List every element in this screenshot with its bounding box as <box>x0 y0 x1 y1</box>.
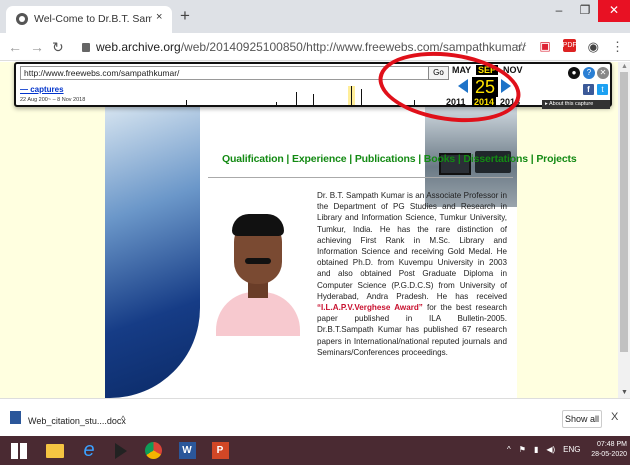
window-controls: – ❐ ✕ <box>546 0 630 22</box>
language-indicator[interactable]: ENG <box>563 445 580 454</box>
url-path: /web/20140925100850/http://www.freewebs.… <box>180 40 526 54</box>
page-viewport <box>0 62 618 398</box>
page-scrollbar[interactable]: ▲ ▼ <box>618 62 630 398</box>
right-margin <box>517 62 618 398</box>
media-player-icon[interactable] <box>108 439 134 462</box>
browser-window: Wel-Come to Dr.B.T. Sampath Ku × + – ❐ ✕… <box>0 0 630 465</box>
ie-icon[interactable]: e <box>76 439 102 462</box>
content-divider <box>208 177 513 178</box>
profile-photo <box>212 208 304 336</box>
powerpoint-icon[interactable]: P <box>207 439 233 462</box>
clock-time: 07:48 PM <box>597 441 627 448</box>
tray-chevron-icon[interactable]: ^ <box>507 445 511 454</box>
browser-toolbar: ← → ↻ web.archive.org/web/20140925100850… <box>0 33 630 61</box>
menu-icon[interactable]: ⋮ <box>611 39 624 55</box>
bio-paragraph: Dr. B.T. Sampath Kumar is an Associate P… <box>317 190 507 358</box>
scroll-up-icon[interactable]: ▲ <box>621 63 628 70</box>
pdf-extension-icon[interactable]: PDF <box>562 39 577 52</box>
help-icon[interactable]: ? <box>583 67 595 79</box>
minimize-button[interactable]: – <box>546 0 572 22</box>
maximize-button[interactable]: ❐ <box>572 0 598 22</box>
word-doc-icon <box>10 411 21 424</box>
bio-text-1: Dr. B.T. Sampath Kumar is an Associate P… <box>317 191 507 301</box>
address-bar[interactable]: web.archive.org/web/20140925100850/http:… <box>76 36 546 58</box>
network-icon[interactable]: ▮ <box>534 445 538 454</box>
extension-icon[interactable]: ▣ <box>539 39 550 55</box>
close-icon[interactable]: ✕ <box>597 67 609 79</box>
flag-icon[interactable]: ⚑ <box>519 445 526 454</box>
back-icon[interactable]: ← <box>8 39 22 55</box>
left-margin <box>0 62 105 398</box>
chrome-icon[interactable] <box>140 439 166 462</box>
folder-icon[interactable] <box>42 439 68 462</box>
tab-title: Wel-Come to Dr.B.T. Sampath Ku <box>34 13 152 25</box>
user-icon[interactable]: ● <box>568 67 580 79</box>
tab-bar: Wel-Come to Dr.B.T. Sampath Ku × + – ❐ ✕ <box>0 0 630 33</box>
volume-icon[interactable]: ◀) <box>546 445 555 454</box>
facebook-icon[interactable]: f <box>583 84 594 95</box>
reload-icon[interactable]: ↻ <box>52 39 64 56</box>
close-window-button[interactable]: ✕ <box>598 0 630 22</box>
system-clock[interactable]: 07:48 PM 28-05-2020 <box>585 440 627 460</box>
wayback-toolbar: http://www.freewebs.com/sampathkumar/ Go… <box>14 62 612 109</box>
url-host: web.archive.org <box>96 40 181 54</box>
active-tab[interactable]: Wel-Come to Dr.B.T. Sampath Ku × <box>6 6 172 33</box>
chevron-up-icon[interactable]: ^ <box>121 414 125 424</box>
lock-icon <box>82 43 90 52</box>
toolbar-actions: ☆ ▣ PDF ◉ ⋮ <box>516 39 624 55</box>
download-file-name[interactable]: Web_citation_stu....docx <box>28 416 126 426</box>
scroll-thumb[interactable] <box>620 72 628 352</box>
show-all-button[interactable]: Show all <box>562 410 602 428</box>
profile-icon[interactable]: ◉ <box>588 39 599 55</box>
globe-icon <box>16 13 28 25</box>
word-icon[interactable]: W <box>174 439 200 462</box>
download-shelf: Web_citation_stu....docx ^ Show all X <box>0 398 630 436</box>
captures-link[interactable]: — captures <box>20 85 64 94</box>
bio-award: “I.L.A.P.V.Verghese Award” <box>317 303 423 313</box>
windows-taskbar: e W P ^ ⚑ ▮ ◀) ENG 07:48 PM 28-05-2020 <box>0 436 630 465</box>
new-tab-button[interactable]: + <box>180 6 190 26</box>
windows-start-icon[interactable] <box>6 439 32 462</box>
banner-swirl <box>105 107 200 398</box>
capture-date-range: 22 Aug 200~ – 8 Nov 2018 <box>20 97 86 103</box>
tab-close-button[interactable]: × <box>156 11 162 23</box>
forward-icon[interactable]: → <box>30 39 44 55</box>
site-nav-links[interactable]: Qualification | Experience | Publication… <box>222 153 577 165</box>
scroll-down-icon[interactable]: ▼ <box>621 389 628 396</box>
about-capture-link[interactable]: ▸ About this capture <box>542 100 610 109</box>
close-shelf-button[interactable]: X <box>611 411 618 423</box>
star-icon[interactable]: ☆ <box>516 39 528 55</box>
system-tray: ^ ⚑ ▮ ◀) ENG <box>507 445 581 454</box>
clock-date: 28-05-2020 <box>591 451 627 458</box>
wayback-url-input[interactable]: http://www.freewebs.com/sampathkumar/ <box>20 66 430 80</box>
twitter-icon[interactable]: t <box>597 84 608 95</box>
